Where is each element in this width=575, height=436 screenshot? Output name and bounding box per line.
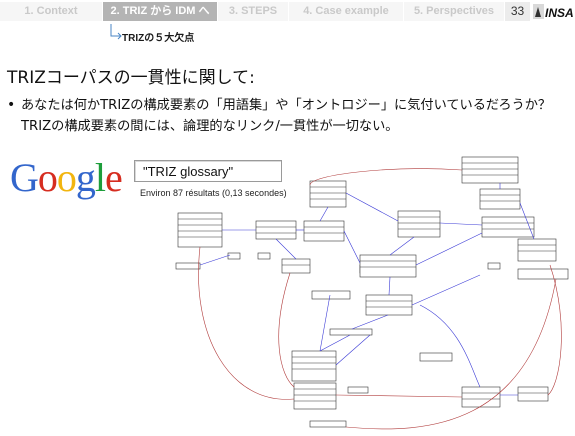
- subnav-arrow-icon: [110, 24, 122, 40]
- insa-logo: INSA: [533, 4, 573, 20]
- tab-context[interactable]: 1. Context: [0, 2, 103, 21]
- ontology-diagram: [175, 156, 569, 430]
- tab-perspectives[interactable]: 5. Perspectives: [404, 2, 505, 21]
- tab-triz-to-idm[interactable]: 2. TRIZ から IDM へ: [103, 2, 218, 21]
- google-logo-letter: G: [10, 155, 39, 200]
- tab-steps[interactable]: 3. STEPS: [218, 2, 289, 21]
- google-logo-letter: g: [75, 155, 96, 200]
- subnav-item-triz-defects[interactable]: TRIZの５大欠点: [122, 29, 194, 44]
- google-logo-letter: o: [56, 155, 77, 200]
- bullet-text: あなたは何かTRIZの構成要素の「用語集」や「オントロジー」に気付いているだろう…: [21, 98, 552, 134]
- bullet-icon: •: [7, 97, 16, 113]
- google-logo-letter: o: [37, 155, 58, 200]
- diagram-links-blue: [199, 183, 535, 396]
- insa-logo-text: INSA: [545, 6, 573, 20]
- page-number: 33: [505, 2, 530, 21]
- google-logo-letter: l: [94, 155, 106, 200]
- top-navigation-bar: 1. Context 2. TRIZ から IDM へ 3. STEPS 4. …: [0, 0, 575, 25]
- diagram-boxes: [175, 156, 569, 428]
- google-logo-letter: e: [105, 155, 123, 200]
- tab-case-example[interactable]: 4. Case example: [289, 2, 404, 21]
- slide-title: TRIZコーパスの一貫性に関して:: [7, 68, 255, 88]
- google-logo: Google: [10, 154, 123, 201]
